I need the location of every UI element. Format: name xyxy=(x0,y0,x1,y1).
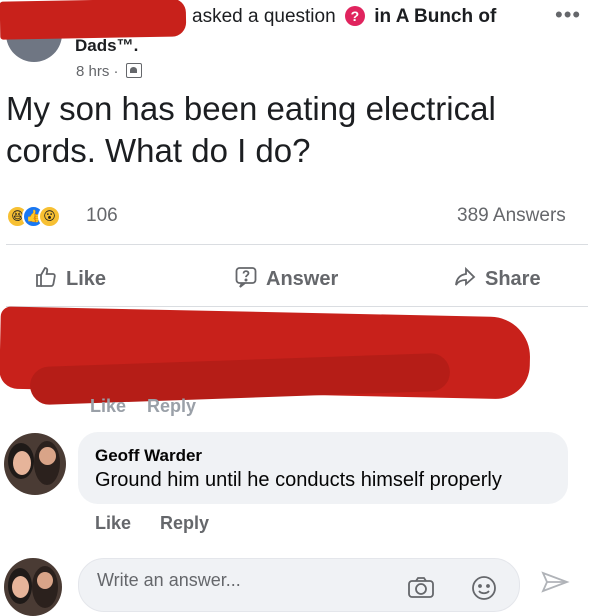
timestamp-text[interactable]: 8 hrs · xyxy=(76,63,119,80)
current-user-avatar xyxy=(4,558,62,616)
redacted-comment-actions: Like Reply xyxy=(90,396,212,417)
asked-question-text: asked a question xyxy=(192,6,336,27)
avatar-face-left xyxy=(13,451,31,475)
share-button[interactable]: Share xyxy=(453,265,541,291)
redacted-reply[interactable]: Reply xyxy=(147,396,196,416)
thumbs-up-icon xyxy=(36,267,56,287)
like-button[interactable]: Like xyxy=(34,265,106,291)
answer-input[interactable] xyxy=(95,569,399,592)
comment-actions: Like Reply xyxy=(95,513,233,534)
redaction-bar-top xyxy=(0,0,187,40)
avatar-face-right xyxy=(39,447,56,465)
post-timestamp[interactable]: 8 hrs · xyxy=(76,63,142,80)
answer-label: Answer xyxy=(266,268,339,290)
answer-button[interactable]: Answer xyxy=(234,265,338,291)
share-label: Share xyxy=(485,268,541,290)
question-text: My son has been eating electrical cords.… xyxy=(6,90,496,169)
divider xyxy=(6,244,588,245)
avatar-face-right xyxy=(37,572,53,589)
question-icon: ? xyxy=(344,6,365,26)
group-privacy-icon xyxy=(125,63,142,78)
send-icon[interactable] xyxy=(540,570,570,594)
comment-text: Ground him until he conducts himself pro… xyxy=(95,469,502,491)
commenter-name[interactable]: Geoff Warder xyxy=(95,446,202,466)
group-name-tail[interactable]: Dads™. xyxy=(75,36,138,56)
emoji-icon[interactable] xyxy=(471,575,497,601)
answer-input-box[interactable] xyxy=(78,558,520,612)
commenter-avatar[interactable] xyxy=(4,433,66,495)
wow-reaction-icon: 😮 xyxy=(38,205,61,228)
post-header: asked a question ? in A Bunch of xyxy=(192,6,496,28)
avatar-face-left xyxy=(12,576,29,598)
like-label: Like xyxy=(66,268,107,290)
camera-icon[interactable] xyxy=(407,575,435,599)
question-bubble-icon xyxy=(235,267,257,288)
share-arrow-icon xyxy=(455,266,476,286)
comment-bubble xyxy=(78,432,568,504)
comment-like-link[interactable]: Like xyxy=(95,513,131,533)
divider xyxy=(6,306,588,307)
redacted-like[interactable]: Like xyxy=(90,396,126,416)
group-link[interactable]: in A Bunch of xyxy=(374,6,496,27)
comment-reply-link[interactable]: Reply xyxy=(160,513,209,533)
more-options-icon[interactable]: ••• xyxy=(555,2,581,28)
answers-count[interactable]: 389 Answers xyxy=(457,205,566,227)
reaction-count[interactable]: 106 xyxy=(86,205,118,227)
